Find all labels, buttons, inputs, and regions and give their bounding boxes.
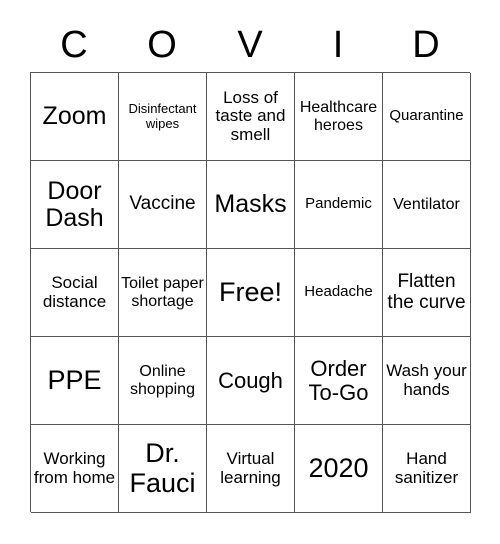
- bingo-cell-label: Wash your hands: [386, 361, 467, 399]
- bingo-cell-label: Virtual learning: [220, 449, 281, 487]
- bingo-cell-label: Healthcare heroes: [299, 99, 378, 134]
- bingo-cell-label: Cough: [218, 367, 283, 393]
- bingo-cell-label: Flatten the curve: [387, 270, 466, 313]
- bingo-grid: Zoom Disinfectant wipes Loss of taste and …: [30, 72, 471, 513]
- bingo-cell-label: Loss of taste and smell: [215, 87, 286, 144]
- bingo-cell-r4-c0[interactable]: Working from home: [31, 425, 119, 513]
- bingo-cell-r0-c3[interactable]: Healthcare heroes: [295, 73, 383, 161]
- bingo-cell-r2-c3[interactable]: Headache: [295, 249, 383, 337]
- bingo-cell-label: Hand sanitizer: [394, 449, 459, 487]
- bingo-cell-label: Free!: [218, 276, 283, 307]
- bingo-cell-label: Toilet paper shortage: [121, 275, 204, 310]
- bingo-cell-label: Dr. Fauci: [129, 438, 196, 498]
- bingo-cell-r1-c2[interactable]: Masks: [207, 161, 295, 249]
- bingo-cell-r1-c3[interactable]: Pandemic: [295, 161, 383, 249]
- bingo-cell-label: PPE: [47, 364, 102, 395]
- bingo-cell-r2-c0[interactable]: Social distance: [31, 249, 119, 337]
- bingo-cell-r3-c3[interactable]: Order To-Go: [295, 337, 383, 425]
- bingo-header-letter-1: O: [147, 24, 177, 66]
- bingo-cell-r0-c2[interactable]: Loss of taste and smell: [207, 73, 295, 161]
- bingo-cell-r0-c4[interactable]: Quarantine: [383, 73, 471, 161]
- bingo-cell-r2-c4[interactable]: Flatten the curve: [383, 249, 471, 337]
- bingo-cell-label: Ventilator: [393, 195, 460, 213]
- bingo-cell-r3-c2[interactable]: Cough: [207, 337, 295, 425]
- bingo-cell-r3-c0[interactable]: PPE: [31, 337, 119, 425]
- bingo-cell-r4-c2[interactable]: Virtual learning: [207, 425, 295, 513]
- bingo-cell-label: Door Dash: [45, 176, 104, 232]
- bingo-cell-r1-c4[interactable]: Ventilator: [383, 161, 471, 249]
- bingo-cell-r4-c3[interactable]: 2020: [295, 425, 383, 513]
- bingo-header-letter-3: I: [332, 24, 344, 66]
- bingo-header-letter-4: D: [412, 24, 440, 66]
- bingo-cell-label: Headache: [304, 283, 373, 301]
- bingo-cell-r4-c1[interactable]: Dr. Fauci: [119, 425, 207, 513]
- bingo-cell-r1-c1[interactable]: Vaccine: [119, 161, 207, 249]
- bingo-cell-r4-c4[interactable]: Hand sanitizer: [383, 425, 471, 513]
- bingo-header-letter-0: C: [60, 24, 88, 66]
- bingo-cell-label: Disinfectant wipes: [128, 101, 197, 131]
- bingo-cell-label: 2020: [308, 452, 369, 483]
- bingo-cell-label: Pandemic: [305, 195, 372, 213]
- bingo-card: C O V I D Zoom Disinfectant wipes Loss of tast…: [0, 0, 500, 544]
- bingo-cell-label: Working from home: [33, 449, 116, 487]
- bingo-cell-label: Vaccine: [129, 193, 196, 215]
- bingo-cell-r1-c0[interactable]: Door Dash: [31, 161, 119, 249]
- bingo-cell-label: Order To-Go: [308, 355, 369, 405]
- bingo-header-letter-2: V: [237, 24, 263, 66]
- bingo-cell-label: Quarantine: [389, 107, 464, 125]
- bingo-cell-label: Zoom: [42, 102, 107, 130]
- bingo-cell-r0-c0[interactable]: Zoom: [31, 73, 119, 161]
- bingo-cell-label: Masks: [214, 190, 287, 218]
- bingo-header-row: COVID: [30, 18, 470, 72]
- bingo-cell-r0-c1[interactable]: Disinfectant wipes: [119, 73, 207, 161]
- bingo-cell-label: Social distance: [42, 273, 107, 311]
- bingo-cell-r3-c1[interactable]: Online shopping: [119, 337, 207, 425]
- bingo-cell-r3-c4[interactable]: Wash your hands: [383, 337, 471, 425]
- bingo-cell-label: Online shopping: [130, 363, 195, 398]
- bingo-cell-r2-c1[interactable]: Toilet paper shortage: [119, 249, 207, 337]
- bingo-cell-r2-c2[interactable]: Free!: [207, 249, 295, 337]
